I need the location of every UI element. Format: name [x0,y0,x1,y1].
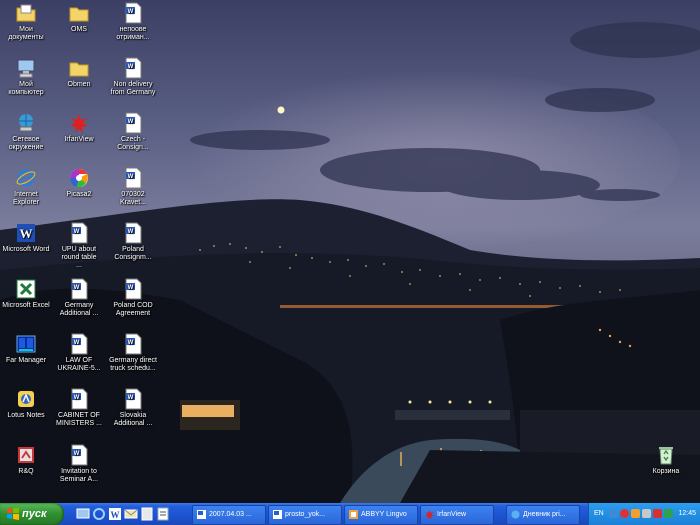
lotus-notes-icon [18,391,34,407]
svg-text:W: W [128,64,134,70]
taskbar-task-4[interactable]: IrfanView [420,505,494,525]
antivirus-icon[interactable] [609,509,618,518]
taskbar: пуск W 2007.04.03 ... prosto_yok... ABBY… [0,503,700,525]
svg-text:W: W [111,510,120,520]
word-doc-icon [197,510,206,519]
word-doc-icon: W [125,222,142,244]
svg-text:W: W [128,340,134,346]
desktop-icon-rq[interactable]: R&Q [0,444,53,476]
svg-text:W: W [128,285,134,291]
word-doc-icon: W [71,222,88,244]
desktop-icon-recycle-bin[interactable]: Корзина [639,444,693,476]
update-icon[interactable] [664,509,673,518]
taskbar-task-2[interactable]: prosto_yok... [268,505,342,525]
word-doc-icon: W [71,278,88,300]
word-doc-icon: W [125,57,142,79]
security-icon[interactable] [620,509,629,518]
word-doc-icon: W [125,167,142,189]
browser-icon [511,510,520,519]
desktop-icon-oms[interactable]: OMS [52,2,106,34]
svg-text:W: W [128,395,134,401]
svg-text:W: W [128,119,134,125]
desktop-icon-word-doc[interactable]: W LAW OF UKRAINE-5... [52,333,106,373]
svg-text:W: W [74,451,80,457]
desktop-icon-far-manager[interactable]: Far Manager [0,333,53,365]
windows-logo-icon [7,508,19,520]
outlook-icon[interactable] [124,506,138,522]
desktop-icon-lotus-notes[interactable]: Lotus Notes [0,388,53,420]
word-doc-icon: W [125,278,142,300]
desktop-icon-internet-explorer[interactable]: Internet Explorer [0,167,53,207]
svg-text:W: W [128,9,134,15]
desktop-icon-microsoft-word[interactable]: W Microsoft Word [0,222,53,254]
desktop-icon-network[interactable]: Сетевое окружение [0,112,53,152]
explorer-icon[interactable] [140,506,154,522]
word-doc-icon: W [71,388,88,410]
desktop-icon-word-doc[interactable]: W Germany Additional ... [52,278,106,318]
desktop-icon-my-computer[interactable]: Мой компьютер [0,57,53,97]
svg-text:W: W [74,395,80,401]
svg-text:W: W [128,229,134,235]
irfanview-icon [70,114,88,133]
taskbar-task-1[interactable]: 2007.04.03 ... [192,505,266,525]
desktop-icon-word-doc[interactable]: W Invitation to Seminar A... [52,444,106,484]
svg-text:W: W [74,285,80,291]
desktop-icon-microsoft-excel[interactable]: Microsoft Excel [0,278,53,310]
taskbar-task-5[interactable]: Дневник pri... [506,505,580,525]
word-doc-icon: W [125,2,142,24]
folder-icon [16,4,36,22]
far-manager-icon [16,335,36,353]
picasa-icon [69,169,88,188]
rq-app-icon [18,447,34,463]
desktop-icon-word-doc[interactable]: W UPU about round table ... [52,222,106,270]
desktop-icon-picasa[interactable]: Picasa2 [52,167,106,199]
desktop-icon-word-doc[interactable]: W непоове отриман... [106,2,160,42]
desktop-icon-irfanview[interactable]: IrfanView [52,112,106,144]
word-doc-icon [273,510,282,519]
ie-icon [16,169,36,187]
clock[interactable]: 12:45 [678,503,696,525]
ie-icon[interactable] [92,506,106,522]
volume-icon[interactable] [642,509,651,518]
network-tray-icon[interactable] [631,509,640,518]
language-indicator[interactable]: EN [594,503,604,525]
word-app-icon[interactable]: W [108,506,122,522]
folder-icon [69,62,89,77]
lingvo-icon [349,510,358,519]
folder-icon [69,7,89,22]
svg-text:W: W [20,226,33,241]
word-app-icon: W [17,224,35,242]
network-icon [19,114,33,132]
excel-app-icon [16,279,36,299]
desktop-icon-word-doc[interactable]: W Poland COD Agreement [106,278,160,318]
taskbar-task-3[interactable]: ABBYY Lingvo [344,505,418,525]
notes-icon[interactable] [156,506,170,522]
kaspersky-icon[interactable] [653,509,662,518]
desktop-icon-word-doc[interactable]: W 070302 Kravet... [106,167,160,207]
desktop-icon-my-documents[interactable]: Мои документы [0,2,53,42]
start-label: пуск [22,508,47,520]
desktop-icon-word-doc[interactable]: W Non delivery from Germany [106,57,160,97]
recycle-bin-icon [659,447,673,465]
svg-text:W: W [74,340,80,346]
desktop-icon-obmen[interactable]: Obmen [52,57,106,89]
desktop-icon-word-doc[interactable]: W Slovakia Additional ... [106,388,160,428]
word-doc-icon: W [71,444,88,466]
word-doc-icon: W [125,112,142,134]
desktop-icon-word-doc[interactable]: W Czech - Consign... [106,112,160,152]
desktop-icon-word-doc[interactable]: W Germany direct truck schedu... [106,333,160,373]
word-doc-icon: W [125,388,142,410]
start-button[interactable]: пуск [0,503,64,525]
svg-text:W: W [128,174,134,180]
word-doc-icon: W [71,333,88,355]
show-desktop-icon[interactable] [76,506,90,522]
computer-icon [17,59,35,78]
word-doc-icon: W [125,333,142,355]
irfanview-icon [425,510,434,519]
desktop-icon-word-doc[interactable]: W CABINET OF MINISTERS ... [52,388,106,428]
system-tray: EN 12:45 [588,503,700,525]
desktop-icon-word-doc[interactable]: W Poland Consignm... [106,222,160,262]
svg-text:W: W [74,229,80,235]
